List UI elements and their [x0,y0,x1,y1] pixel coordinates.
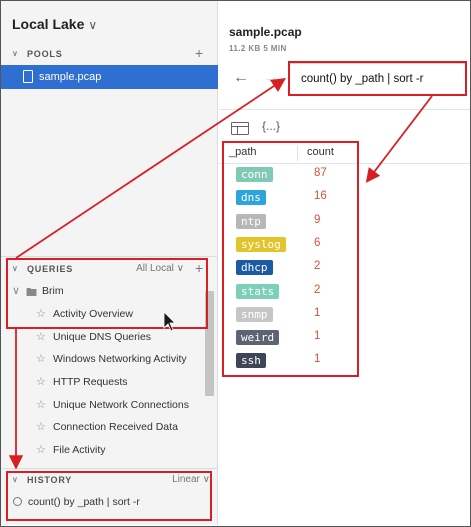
json-icon[interactable]: {...} [262,119,280,133]
pool-item-sample-pcap[interactable]: sample.pcap [1,65,218,89]
query-item-label: Unique DNS Queries [53,331,152,343]
star-icon[interactable]: ☆ [36,398,46,411]
section-divider [1,468,218,469]
query-item-label: HTTP Requests [53,376,128,388]
pools-section-header[interactable]: ∨ POOLS + [1,44,218,66]
pool-meta: 11.2 KB 5 MIN [229,44,287,53]
star-icon[interactable]: ☆ [36,375,46,388]
star-icon[interactable]: ☆ [36,420,46,433]
chevron-down-icon: ∨ [88,18,98,32]
star-icon[interactable]: ☆ [36,330,46,343]
query-item[interactable]: ☆ File Activity [1,439,201,461]
star-icon[interactable]: ☆ [36,352,46,365]
toolbar-divider [219,109,470,110]
query-item[interactable]: ☆ Unique Network Connections [1,394,201,416]
annotation-box-queries [6,258,208,329]
arrow-left-icon[interactable]: ← [233,69,249,87]
annotation-box-results [222,141,359,377]
query-item[interactable]: ☆ Connection Received Data [1,416,201,438]
query-item[interactable]: ☆ Unique DNS Queries [1,326,201,348]
file-icon [23,70,33,83]
add-pool-plus-icon[interactable]: + [195,45,204,61]
pools-label: POOLS [27,49,63,59]
query-item-label: Connection Received Data [53,421,178,433]
pool-title: sample.pcap [229,25,302,39]
caret-down-icon: ∨ [12,49,19,58]
query-item[interactable]: ☆ HTTP Requests [1,371,201,393]
query-item-label: Unique Network Connections [53,399,189,411]
table-icon[interactable] [231,122,249,135]
section-divider [1,256,218,257]
query-item-label: File Activity [53,444,106,456]
annotation-box-query [288,61,467,96]
star-icon[interactable]: ☆ [36,443,46,456]
query-item[interactable]: ☆ Windows Networking Activity [1,348,201,370]
pool-item-label: sample.pcap [39,71,102,83]
lake-title: Local Lake [12,16,85,32]
annotation-box-history [6,471,212,521]
lake-switcher[interactable]: Local Lake ∨ [12,16,97,32]
arrow-right-icon[interactable]: → [263,69,279,87]
query-item-label: Windows Networking Activity [53,353,187,365]
